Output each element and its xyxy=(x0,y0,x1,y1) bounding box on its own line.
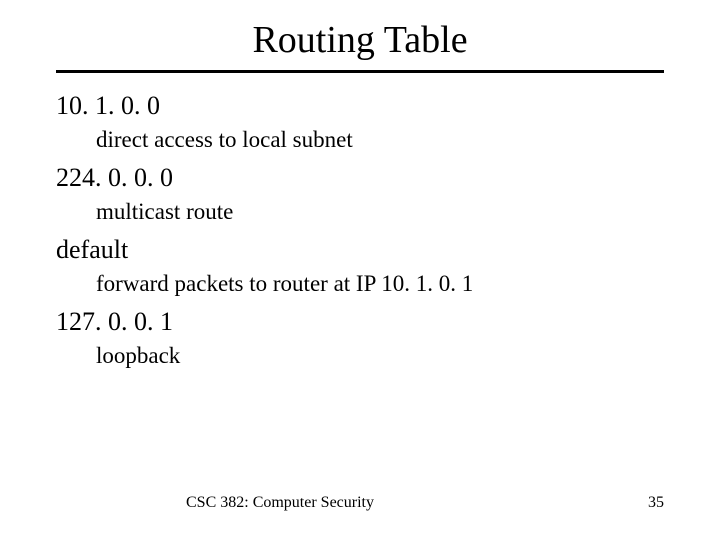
route-description: loopback xyxy=(96,343,664,369)
routing-entry: 10. 1. 0. 0 direct access to local subne… xyxy=(56,91,664,153)
footer-page-number: 35 xyxy=(648,494,664,512)
slide-footer: CSC 382: Computer Security 35 xyxy=(0,494,720,512)
route-description: multicast route xyxy=(96,199,664,225)
route-description: forward packets to router at IP 10. 1. 0… xyxy=(96,271,664,297)
route-address: 224. 0. 0. 0 xyxy=(56,163,664,193)
route-address: 10. 1. 0. 0 xyxy=(56,91,664,121)
route-address: default xyxy=(56,235,664,265)
slide-title: Routing Table xyxy=(56,18,664,62)
routing-entry: 127. 0. 0. 1 loopback xyxy=(56,307,664,369)
footer-course: CSC 382: Computer Security xyxy=(186,494,374,512)
route-address: 127. 0. 0. 1 xyxy=(56,307,664,337)
routing-entry: default forward packets to router at IP … xyxy=(56,235,664,297)
slide: Routing Table 10. 1. 0. 0 direct access … xyxy=(0,0,720,540)
title-underline xyxy=(56,70,664,73)
route-description: direct access to local subnet xyxy=(96,127,664,153)
routing-entry: 224. 0. 0. 0 multicast route xyxy=(56,163,664,225)
